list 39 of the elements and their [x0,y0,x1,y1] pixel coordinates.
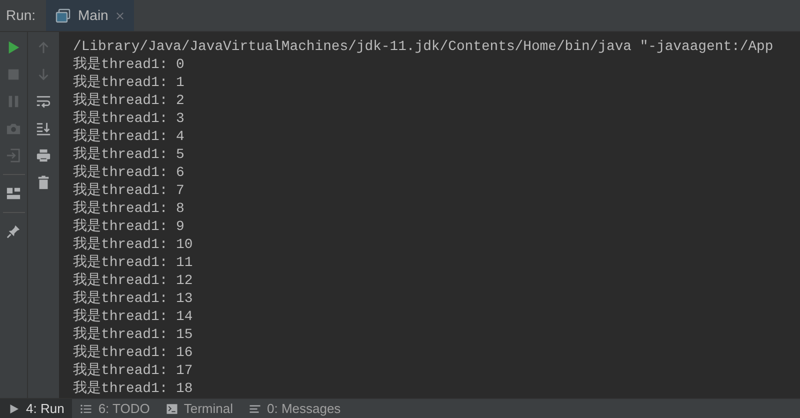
console-line: 我是thread1: 8 [73,200,186,218]
console-line: 我是thread1: 5 [73,146,186,164]
console-line: 我是thread1: 4 [73,128,186,146]
terminal-icon [166,402,178,414]
messages-icon [248,402,261,414]
list-icon [80,402,92,414]
console-line: 我是thread1: 17 [73,362,194,380]
run-icon[interactable] [6,40,21,55]
panel-label: Run: [5,6,37,25]
tool-window-tab[interactable]: 6: TODO [72,399,158,418]
console-line: 我是thread1: 2 [73,92,186,110]
console-line: 我是thread1: 7 [73,182,186,200]
run-tab[interactable]: Main [46,0,134,31]
console-line: 我是thread1: 14 [73,308,194,326]
layout-icon[interactable] [6,186,21,201]
pin-icon[interactable] [6,224,21,239]
tool-window-tab[interactable]: Terminal [158,399,241,418]
console-line: 我是thread1: 12 [73,272,194,290]
tool-window-tab[interactable]: 4: Run [0,399,72,418]
console-line: 我是thread1: 6 [73,164,186,182]
trash-icon[interactable] [36,175,51,190]
console-line: 我是thread1: 0 [73,56,186,74]
run-icon [8,402,20,414]
soft-wrap-icon[interactable] [36,94,51,109]
close-icon[interactable] [115,10,126,20]
console-line: 我是thread1: 9 [73,218,186,236]
console-line: 我是thread1: 13 [73,290,194,308]
console-line: 我是thread1: 3 [73,110,186,128]
console-line: 我是thread1: 18 [73,380,194,398]
console-line: /Library/Java/JavaVirtualMachines/jdk-11.jdk/Contents/Home/bin/java "-javaagent:/App [73,38,774,56]
console-line: 我是thread1: 16 [73,344,194,362]
tool-window-tab[interactable]: 0: Messages [240,399,349,418]
console-line: 我是thread1: 15 [73,326,194,344]
console-window-icon [55,8,71,24]
console-line: 我是thread1: 10 [73,236,194,254]
console-line: 我是thread1: 11 [73,254,194,272]
scroll-to-end-icon[interactable] [36,121,51,136]
printer-icon[interactable] [36,148,51,163]
console-line: 我是thread1: 1 [73,74,186,92]
